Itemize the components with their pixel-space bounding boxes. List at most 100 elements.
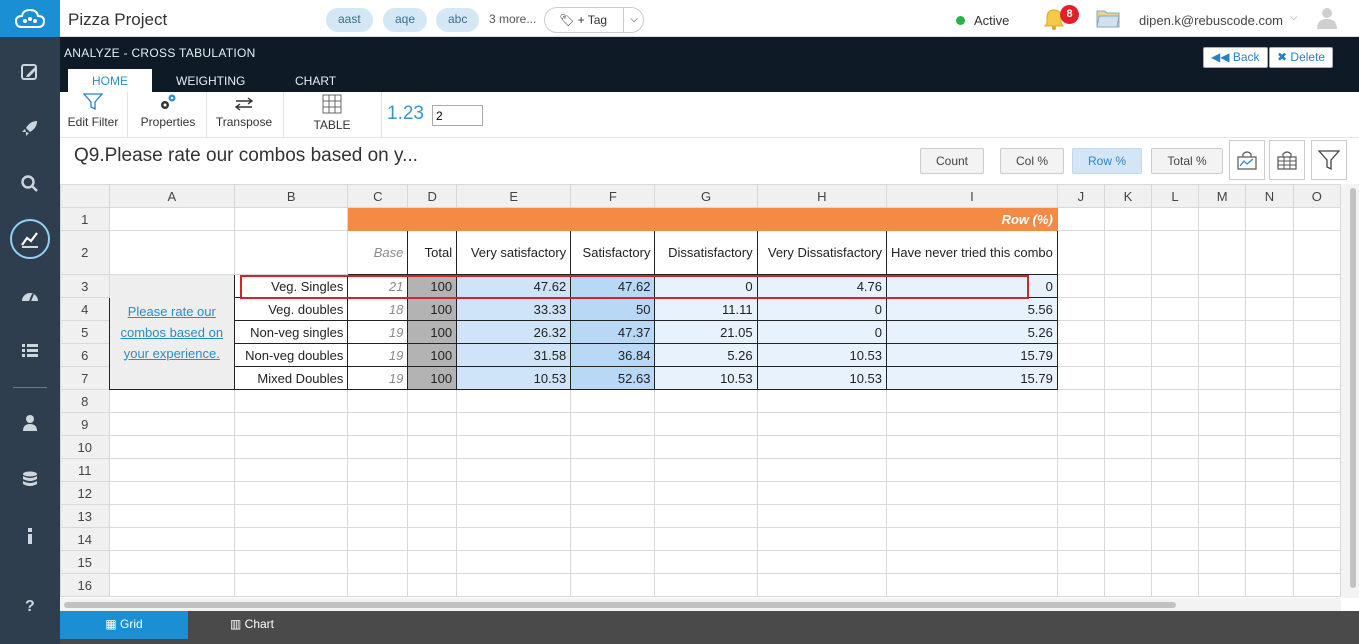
grid-cell[interactable] [108, 458, 235, 482]
column-header[interactable]: E [456, 184, 572, 208]
grid-cell[interactable] [1292, 550, 1341, 574]
grid-cell[interactable] [756, 389, 888, 413]
percent-value[interactable]: 5.26 [654, 343, 758, 367]
grid-cell[interactable] [1292, 458, 1341, 482]
grid-cell[interactable] [1292, 389, 1341, 413]
tag-chip[interactable]: abc [436, 8, 480, 32]
more-tags-link[interactable]: 3 more... [489, 12, 536, 26]
total-value[interactable]: 100 [407, 366, 458, 390]
total-value[interactable]: 100 [407, 343, 458, 367]
row-header[interactable]: 7 [60, 366, 110, 390]
grid-cell[interactable] [1292, 435, 1341, 459]
percent-value[interactable]: 26.32 [456, 320, 572, 344]
grid-cell[interactable] [1292, 412, 1341, 436]
grid-cell[interactable] [1056, 274, 1105, 298]
percent-value[interactable]: 10.53 [456, 366, 572, 390]
tag-chip[interactable]: aqe [383, 8, 428, 32]
chevron-down-icon[interactable]: ⌵ [1290, 12, 1298, 23]
grid-cell[interactable] [233, 573, 349, 597]
grid-cell[interactable] [756, 573, 888, 597]
chart-tab[interactable]: ▥ Chart [188, 611, 316, 639]
percent-value[interactable]: 33.33 [456, 297, 572, 321]
grid-cell[interactable] [1056, 297, 1105, 321]
row-label[interactable]: Veg. doubles [233, 297, 349, 321]
grid-cell[interactable] [654, 504, 758, 528]
grid-cell[interactable] [456, 504, 572, 528]
row-header[interactable]: 9 [60, 412, 110, 436]
scrollbar-thumb[interactable] [64, 602, 1176, 608]
grid-cell[interactable] [1245, 207, 1294, 231]
grid-cell[interactable] [1103, 297, 1153, 321]
percent-value[interactable]: 50 [570, 297, 656, 321]
grid-cell[interactable] [1245, 435, 1294, 459]
table-row[interactable]: 4 Veg. doubles 18 100 33.33 50 11.11 0 5.56 [60, 297, 1341, 321]
row-header[interactable]: 4 [60, 297, 110, 321]
user-email[interactable]: dipen.k@rebuscode.com [1139, 13, 1283, 28]
grid-cell[interactable] [1198, 389, 1247, 413]
grid-cell[interactable] [1198, 550, 1247, 574]
grid-cell[interactable] [756, 412, 888, 436]
grid-cell[interactable] [347, 412, 409, 436]
total-value[interactable]: 100 [407, 320, 458, 344]
percent-value[interactable]: 10.53 [654, 366, 758, 390]
tab-home[interactable]: HOME [68, 69, 152, 92]
column-header[interactable]: L [1150, 184, 1200, 208]
grid-cell[interactable] [1198, 481, 1247, 505]
percent-value[interactable]: 0 [756, 297, 888, 321]
percent-value[interactable]: 0 [886, 274, 1058, 298]
folder-icon[interactable] [1096, 8, 1120, 28]
percent-value[interactable]: 4.76 [756, 274, 888, 298]
grid-cell[interactable] [1198, 412, 1247, 436]
avatar-icon[interactable] [1316, 6, 1338, 30]
grid-cell[interactable] [108, 481, 235, 505]
grid-cell[interactable] [233, 550, 349, 574]
grid-cell[interactable] [407, 504, 458, 528]
horizontal-scrollbar[interactable] [60, 598, 1341, 611]
grid-cell[interactable] [1245, 366, 1294, 390]
grid-cell[interactable] [1198, 527, 1247, 551]
grid-cell[interactable] [1056, 389, 1105, 413]
grid-cell[interactable] [1198, 320, 1247, 344]
row-header[interactable]: 14 [60, 527, 110, 551]
row-header[interactable]: 11 [60, 458, 110, 482]
grid-cell[interactable] [233, 389, 349, 413]
grid-cell[interactable] [407, 573, 458, 597]
grid-cell[interactable] [1292, 230, 1341, 275]
table-row[interactable]: 6 Non-veg doubles 19 100 31.58 36.84 5.26 10.53… [60, 343, 1341, 367]
grid-cell[interactable] [1103, 366, 1153, 390]
column-header[interactable]: A [108, 184, 235, 208]
grid-cell[interactable] [1056, 481, 1105, 505]
grid-cell[interactable] [570, 527, 656, 551]
grid-cell[interactable] [1056, 458, 1105, 482]
grid-cell[interactable] [756, 435, 888, 459]
row-header[interactable]: 12 [60, 481, 110, 505]
base-value[interactable]: 21 [347, 274, 409, 298]
grid-cell[interactable] [1150, 458, 1200, 482]
base-value[interactable]: 19 [347, 366, 409, 390]
grid-cell[interactable] [1150, 435, 1200, 459]
column-header[interactable]: B [233, 184, 349, 208]
column-header[interactable]: H [756, 184, 888, 208]
grid-cell[interactable] [1245, 389, 1294, 413]
table-row[interactable]: 5 Non-veg singles 19 100 26.32 47.37 21.05 0 5.2… [60, 320, 1341, 344]
row-header[interactable]: 3 [60, 274, 110, 298]
row-pct-button[interactable]: Row % [1072, 148, 1142, 174]
corner-cell[interactable] [60, 184, 110, 208]
grid-cell[interactable] [347, 481, 409, 505]
percent-value[interactable]: 15.79 [886, 343, 1058, 367]
grid-cell[interactable] [233, 458, 349, 482]
table-row[interactable]: 3 Please rate our combos based on your ex… [60, 274, 1341, 390]
column-header[interactable]: O [1292, 184, 1341, 208]
base-value[interactable]: 19 [347, 320, 409, 344]
grid-cell[interactable] [886, 527, 1058, 551]
percent-value[interactable]: 47.37 [570, 320, 656, 344]
grid-cell[interactable] [233, 481, 349, 505]
grid-cell[interactable] [570, 458, 656, 482]
total-value[interactable]: 100 [407, 297, 458, 321]
percent-value[interactable]: 21.05 [654, 320, 758, 344]
grid-cell[interactable] [1292, 504, 1341, 528]
grid-cell[interactable] [1150, 230, 1200, 275]
grid-cell[interactable] [570, 504, 656, 528]
table-row[interactable]: 7 Mixed Doubles 19 100 10.53 52.63 10.53 10.53 1… [60, 366, 1341, 390]
grid-tab[interactable]: ▦ Grid [60, 611, 188, 639]
